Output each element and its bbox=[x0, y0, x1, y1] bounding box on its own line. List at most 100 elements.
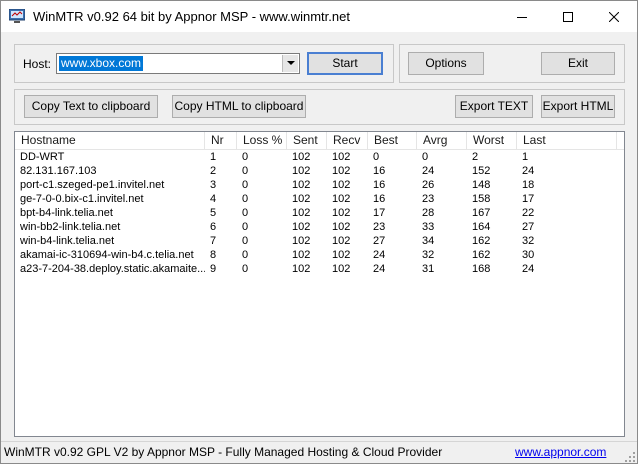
cell-loss: 0 bbox=[242, 193, 249, 205]
copy-html-button[interactable]: Copy HTML to clipboard bbox=[172, 95, 306, 118]
cell-nr: 9 bbox=[210, 263, 217, 275]
export-text-button[interactable]: Export TEXT bbox=[455, 95, 533, 118]
cell-hostname: DD-WRT bbox=[20, 151, 65, 163]
column-header-sent[interactable]: Sent bbox=[287, 132, 327, 149]
table-row[interactable]: bpt-b4-link.telia.net 5 0 102 102 17 28 … bbox=[15, 206, 624, 220]
cell-hostname: ge-7-0-0.bix-c1.invitel.net bbox=[20, 193, 144, 205]
column-header-last[interactable]: Last bbox=[517, 132, 617, 149]
table-row[interactable]: ge-7-0-0.bix-c1.invitel.net 4 0 102 102 … bbox=[15, 192, 624, 206]
cell-last: 24 bbox=[522, 165, 535, 177]
export-html-button[interactable]: Export HTML bbox=[541, 95, 615, 118]
minimize-button[interactable] bbox=[499, 1, 545, 32]
cell-last: 24 bbox=[522, 263, 535, 275]
close-icon bbox=[609, 11, 619, 22]
resize-grip-icon[interactable] bbox=[624, 451, 636, 463]
cell-hostname: a23-7-204-38.deploy.static.akamaite... bbox=[20, 263, 205, 275]
cell-sent: 102 bbox=[292, 249, 311, 261]
cell-nr: 3 bbox=[210, 179, 217, 191]
minimize-icon bbox=[517, 16, 527, 18]
column-header-best[interactable]: Best bbox=[368, 132, 417, 149]
cell-best: 16 bbox=[373, 193, 386, 205]
column-header-loss[interactable]: Loss % bbox=[237, 132, 287, 149]
chevron-down-icon bbox=[286, 61, 295, 65]
host-input[interactable]: www.xbox.com bbox=[57, 55, 145, 72]
cell-loss: 0 bbox=[242, 235, 249, 247]
cell-hostname: win-b4-link.telia.net bbox=[20, 235, 115, 247]
cell-sent: 102 bbox=[292, 221, 311, 233]
appnor-link[interactable]: www.appnor.com bbox=[515, 445, 606, 459]
cell-hostname: akamai-ic-310694-win-b4.c.telia.net bbox=[20, 249, 194, 261]
cell-last: 1 bbox=[522, 151, 529, 163]
cell-recv: 102 bbox=[332, 235, 351, 247]
column-header-hostname[interactable]: Hostname bbox=[15, 132, 205, 149]
winmtr-window: WinMTR v0.92 64 bit by Appnor MSP - www.… bbox=[0, 0, 638, 464]
cell-recv: 102 bbox=[332, 151, 351, 163]
start-button[interactable]: Start bbox=[307, 52, 383, 75]
cell-last: 22 bbox=[522, 207, 535, 219]
cell-nr: 7 bbox=[210, 235, 217, 247]
cell-worst: 167 bbox=[472, 207, 491, 219]
cell-sent: 102 bbox=[292, 263, 311, 275]
maximize-icon bbox=[563, 11, 573, 22]
cell-avrg: 26 bbox=[422, 179, 435, 191]
cell-avrg: 33 bbox=[422, 221, 435, 233]
copy-text-button[interactable]: Copy Text to clipboard bbox=[24, 95, 158, 118]
cell-sent: 102 bbox=[292, 193, 311, 205]
cell-worst: 168 bbox=[472, 263, 491, 275]
close-button[interactable] bbox=[591, 1, 637, 32]
window-title: WinMTR v0.92 64 bit by Appnor MSP - www.… bbox=[33, 9, 350, 24]
cell-recv: 102 bbox=[332, 207, 351, 219]
table-row[interactable]: win-bb2-link.telia.net 6 0 102 102 23 33… bbox=[15, 220, 624, 234]
column-header-recv[interactable]: Recv bbox=[327, 132, 368, 149]
cell-sent: 102 bbox=[292, 165, 311, 177]
cell-nr: 5 bbox=[210, 207, 217, 219]
table-row[interactable]: port-c1.szeged-pe1.invitel.net 3 0 102 1… bbox=[15, 178, 624, 192]
cell-hostname: 82.131.167.103 bbox=[20, 165, 97, 177]
cell-sent: 102 bbox=[292, 207, 311, 219]
cell-last: 32 bbox=[522, 235, 535, 247]
cell-sent: 102 bbox=[292, 151, 311, 163]
host-dropdown-button[interactable] bbox=[282, 55, 298, 72]
cell-best: 16 bbox=[373, 179, 386, 191]
cell-last: 18 bbox=[522, 179, 535, 191]
cell-avrg: 24 bbox=[422, 165, 435, 177]
cell-worst: 158 bbox=[472, 193, 491, 205]
cell-best: 24 bbox=[373, 249, 386, 261]
cell-last: 30 bbox=[522, 249, 535, 261]
cell-recv: 102 bbox=[332, 179, 351, 191]
host-combobox[interactable]: www.xbox.com bbox=[56, 53, 300, 74]
table-row[interactable]: akamai-ic-310694-win-b4.c.telia.net 8 0 … bbox=[15, 248, 624, 262]
table-row[interactable]: a23-7-204-38.deploy.static.akamaite... 9… bbox=[15, 262, 624, 276]
title-bar[interactable]: WinMTR v0.92 64 bit by Appnor MSP - www.… bbox=[1, 1, 637, 32]
options-button[interactable]: Options bbox=[408, 52, 484, 75]
column-header-avrg[interactable]: Avrg bbox=[417, 132, 467, 149]
cell-hostname: port-c1.szeged-pe1.invitel.net bbox=[20, 179, 165, 191]
column-header-worst[interactable]: Worst bbox=[467, 132, 517, 149]
cell-avrg: 31 bbox=[422, 263, 435, 275]
cell-best: 24 bbox=[373, 263, 386, 275]
cell-recv: 102 bbox=[332, 193, 351, 205]
cell-avrg: 0 bbox=[422, 151, 429, 163]
exit-button[interactable]: Exit bbox=[541, 52, 615, 75]
cell-best: 16 bbox=[373, 165, 386, 177]
results-table[interactable]: Hostname Nr Loss % Sent Recv Best Avrg W… bbox=[14, 131, 625, 437]
cell-sent: 102 bbox=[292, 235, 311, 247]
table-row[interactable]: win-b4-link.telia.net 7 0 102 102 27 34 … bbox=[15, 234, 624, 248]
cell-loss: 0 bbox=[242, 221, 249, 233]
table-row[interactable]: DD-WRT 1 0 102 102 0 0 2 1 bbox=[15, 150, 624, 164]
cell-last: 17 bbox=[522, 193, 535, 205]
cell-worst: 2 bbox=[472, 151, 479, 163]
cell-worst: 162 bbox=[472, 249, 491, 261]
cell-last: 27 bbox=[522, 221, 535, 233]
status-text: WinMTR v0.92 GPL V2 by Appnor MSP - Full… bbox=[4, 445, 443, 459]
cell-sent: 102 bbox=[292, 179, 311, 191]
cell-best: 27 bbox=[373, 235, 386, 247]
cell-best: 17 bbox=[373, 207, 386, 219]
cell-hostname: win-bb2-link.telia.net bbox=[20, 221, 121, 233]
maximize-button[interactable] bbox=[545, 1, 591, 32]
table-row[interactable]: 82.131.167.103 2 0 102 102 16 24 152 24 bbox=[15, 164, 624, 178]
cell-loss: 0 bbox=[242, 165, 249, 177]
column-header-nr[interactable]: Nr bbox=[205, 132, 237, 149]
cell-recv: 102 bbox=[332, 263, 351, 275]
cell-hostname: bpt-b4-link.telia.net bbox=[20, 207, 113, 219]
